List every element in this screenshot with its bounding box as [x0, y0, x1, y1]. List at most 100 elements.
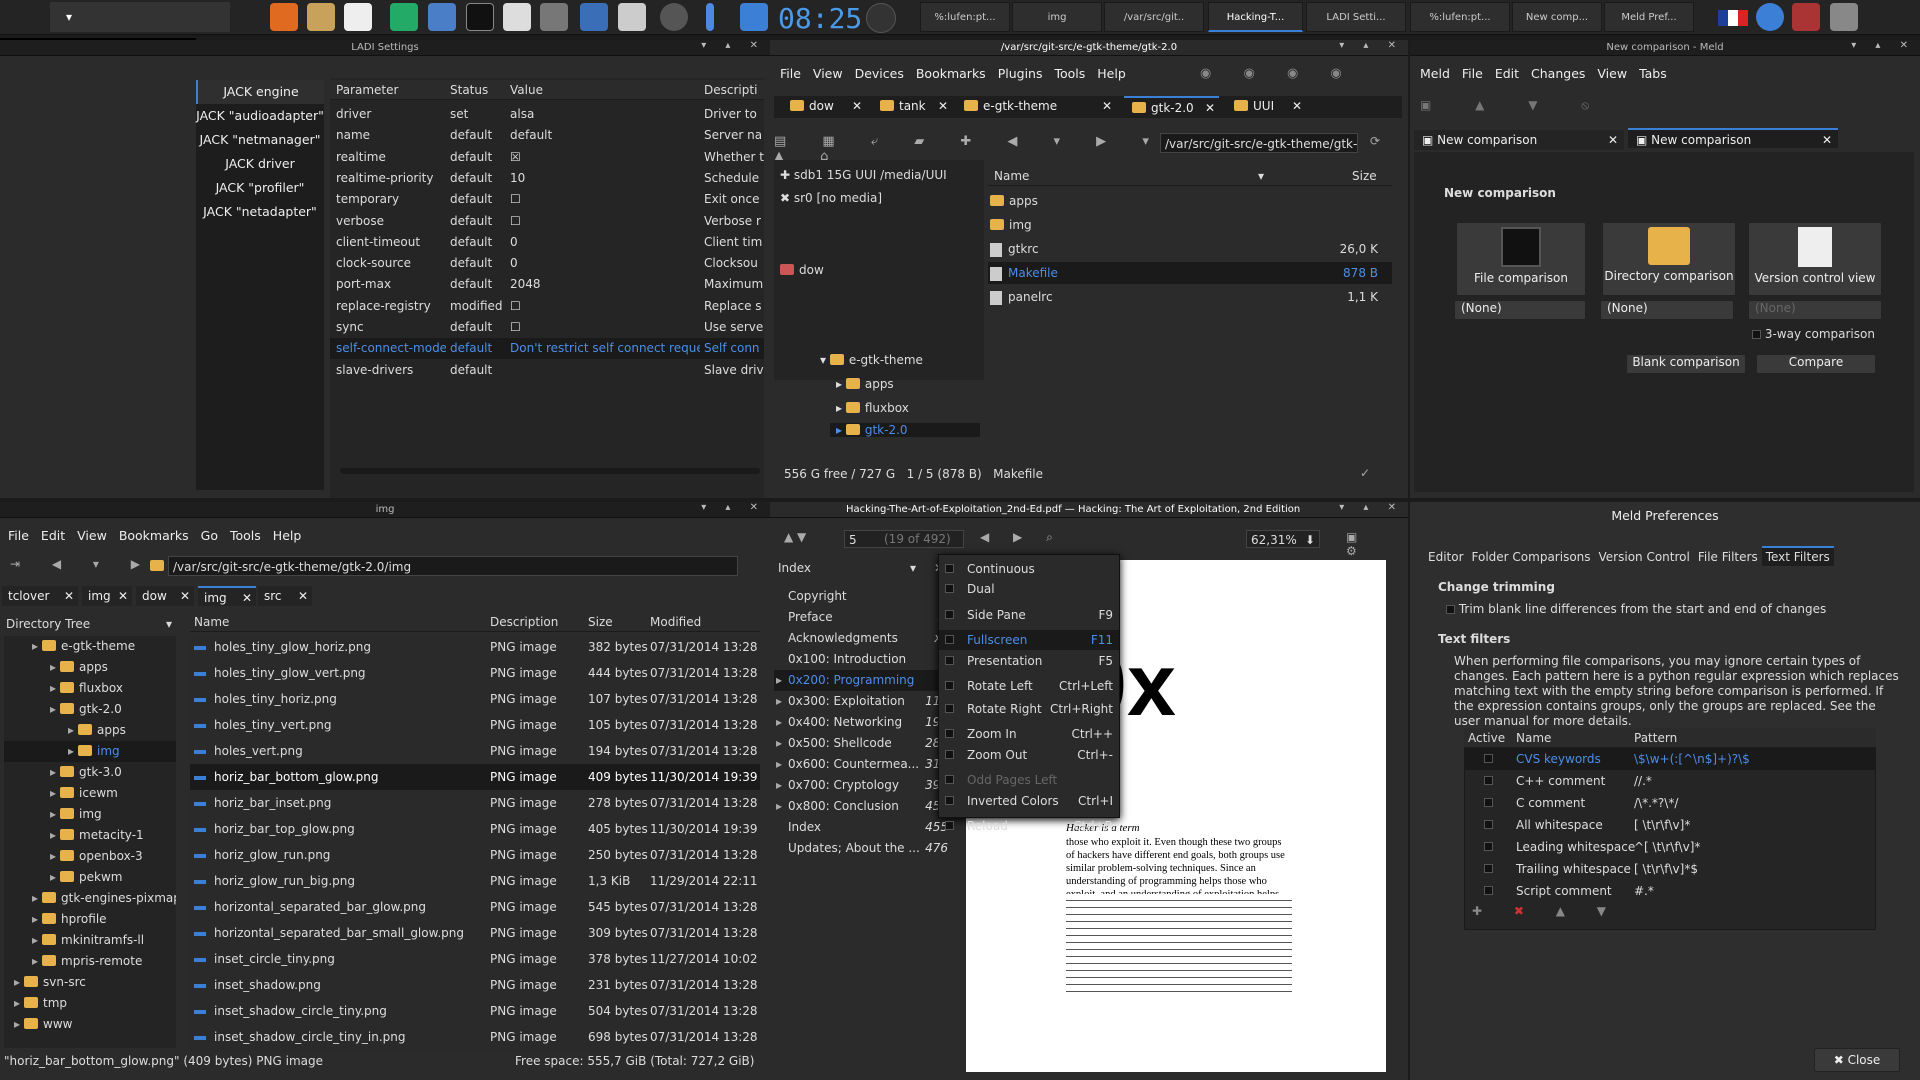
close-button[interactable]: ✖ Close — [1814, 1048, 1900, 1072]
tree-node[interactable]: ▸ apps — [4, 720, 176, 741]
compare-button[interactable]: Compare — [1756, 354, 1876, 374]
img-row[interactable]: horizontal_separated_bar_small_glow.png P… — [190, 920, 760, 946]
files-tab[interactable]: tank ✕ — [872, 96, 952, 116]
ladi-row[interactable]: realtime-priority default 10 Schedule — [330, 168, 764, 189]
tree-node[interactable]: ▸ fluxbox — [4, 678, 176, 699]
settings-icon[interactable] — [540, 3, 568, 31]
img-row[interactable]: holes_vert.png PNG image 194 bytes 07/31/20… — [190, 738, 760, 764]
menu-item[interactable]: Edit — [1495, 64, 1519, 84]
firefox-icon[interactable] — [270, 3, 298, 31]
bookmark-dow[interactable]: dow — [780, 263, 824, 277]
color-picker-icon[interactable] — [1792, 3, 1820, 31]
ladi-row[interactable]: driver set alsa Driver to — [330, 104, 764, 125]
expander-icon[interactable]: ▸ — [776, 691, 788, 712]
index-item[interactable]: ▸ 0x300: Exploitation 115 — [774, 691, 954, 712]
index-item[interactable]: Copyrightiv — [774, 586, 954, 607]
expander-icon[interactable]: ▸ — [50, 807, 56, 821]
ladi-row[interactable]: replace-registry modified ☐ Replace s — [330, 296, 764, 317]
prefs-tab[interactable]: Version Control — [1595, 548, 1694, 566]
column-header[interactable]: Modified — [650, 612, 701, 632]
column-header[interactable]: Status — [450, 80, 488, 100]
tree-node[interactable]: ▸ gtk-2.0 — [4, 699, 176, 720]
tree-e-gtk-theme[interactable]: ▾ e-gtk-theme — [820, 353, 923, 367]
img-file-list[interactable]: holes_tiny_glow_horiz.png PNG image 382 by… — [190, 634, 760, 1052]
view-menu-item[interactable]: Rotate Right Ctrl+Right — [939, 699, 1119, 719]
trim-checkbox[interactable]: Trim blank line differences from the sta… — [1446, 602, 1826, 616]
ladi-row[interactable]: slave-drivers default Slave driv — [330, 360, 764, 381]
img-row[interactable]: holes_tiny_glow_horiz.png PNG image 382 by… — [190, 634, 760, 660]
prefs-window[interactable]: Meld Preferences Editor Folder Comparison… — [1410, 502, 1920, 1080]
file-row[interactable]: img — [988, 214, 1392, 236]
img-row[interactable]: holes_tiny_glow_vert.png PNG image 444 byt… — [190, 660, 760, 686]
directory-tree[interactable]: ▸ e-gtk-theme ▸ apps ▸ fluxbox ▸ gtk-2.0 ▸ apps ▸ i… — [4, 636, 176, 1048]
ladi-sidebar-item[interactable]: JACK "netadapter" — [196, 200, 324, 224]
close-icon[interactable]: ✕ — [852, 96, 862, 116]
pdf-window[interactable]: Hacking-The-Art-of-Exploitation_2nd-Ed.p… — [770, 502, 1408, 1080]
menu-item[interactable]: Devices — [855, 64, 904, 84]
task-files[interactable]: /var/src/git.. — [1104, 2, 1204, 32]
img-row[interactable]: inset_shadow_circle_tiny_in.png PNG image… — [190, 1024, 760, 1050]
calendar-icon[interactable] — [740, 3, 768, 31]
menu-item[interactable]: View — [813, 64, 843, 84]
expander-icon[interactable]: ▸ — [50, 765, 56, 779]
view-menu-item[interactable]: Reload Ctrl+R — [939, 816, 1119, 836]
pager[interactable] — [50, 2, 230, 32]
expander-icon[interactable]: ▸ — [68, 744, 74, 758]
index-item[interactable]: 0x100: Introduction1 — [774, 649, 954, 670]
tree-gtk-2.0[interactable]: ▸ gtk-2.0 — [830, 423, 980, 437]
expander-icon[interactable]: ▸ — [68, 723, 74, 737]
tab-new-comparison-2[interactable]: ▣ New comparison ✕ — [1628, 128, 1838, 148]
img-row[interactable]: horiz_glow_run_big.png PNG image 1,3 KiB 11… — [190, 868, 760, 894]
column-header[interactable]: Pattern — [1634, 728, 1677, 748]
refresh-icon[interactable]: ⟳ — [1370, 134, 1380, 148]
ladi-row[interactable]: temporary default ☐ Exit once — [330, 189, 764, 210]
view-menu-item[interactable]: Odd Pages Left — [939, 770, 1119, 790]
window-controls[interactable]: ▾ ▴ ✕ — [701, 502, 766, 513]
task-meld[interactable]: New comp... — [1512, 2, 1602, 32]
ladi-row[interactable]: client-timeout default 0 Client tim — [330, 232, 764, 253]
tree-node[interactable]: ▸ apps — [4, 657, 176, 678]
expander-icon[interactable]: ▸ — [32, 933, 38, 947]
close-icon[interactable]: ✕ — [180, 586, 190, 606]
index-item[interactable]: ▸ 0x600: Countermea... 319 — [774, 754, 954, 775]
ladi-row[interactable]: sync default ☐ Use serve — [330, 317, 764, 338]
close-icon[interactable]: ✕ — [1102, 96, 1112, 116]
menu-item[interactable]: Bookmarks — [119, 526, 189, 546]
view-menu-item[interactable]: Zoom In Ctrl++ — [939, 724, 1119, 744]
active-checkbox[interactable] — [1484, 820, 1493, 829]
ladi-row[interactable]: realtime default ☒ Whether t — [330, 147, 764, 168]
tree-node[interactable]: ▸ img — [4, 804, 176, 825]
menu-item[interactable]: File — [1462, 64, 1483, 84]
files-window[interactable]: /var/src/git-src/e-gtk-theme/gtk-2.0 ▾ ▴… — [770, 40, 1408, 498]
device-sdb1[interactable]: ✚ sdb1 15G UUI /media/UUI — [780, 168, 980, 182]
ladi-row[interactable]: name default default Server na — [330, 125, 764, 146]
expander-icon[interactable]: ▸ — [32, 891, 38, 905]
prefs-tab[interactable]: Editor — [1424, 548, 1468, 566]
filter-row[interactable]: Script comment #.* — [1464, 880, 1876, 902]
expander-icon[interactable]: ▸ — [14, 975, 20, 989]
column-header[interactable]: Descripti — [704, 80, 757, 100]
tree-node[interactable]: ▸ gtk-engines-pixmap — [4, 888, 176, 909]
tree-node[interactable]: ▸ tmp — [4, 993, 176, 1014]
version-control-button[interactable]: Version control view — [1748, 222, 1882, 296]
menu-item[interactable]: File — [780, 64, 801, 84]
img-row[interactable]: holes_tiny_horiz.png PNG image 107 bytes 07… — [190, 686, 760, 712]
expander-icon[interactable]: ▸ — [32, 639, 38, 653]
tree-node[interactable]: ▸ openbox-3 — [4, 846, 176, 867]
page-up-icon[interactable]: ▲ ▼ — [784, 530, 806, 544]
device-sr0[interactable]: ✖ sr0 [no media] — [780, 191, 980, 205]
file-row[interactable]: Makefile 878 B — [988, 262, 1392, 284]
active-checkbox[interactable] — [1484, 864, 1493, 873]
ladi-row[interactable]: clock-source default 0 Clocksou — [330, 253, 764, 274]
index-item[interactable]: Index 455 — [774, 817, 954, 838]
expander-icon[interactable]: ▸ — [50, 660, 56, 674]
audio-icon[interactable] — [390, 3, 418, 31]
menu-item[interactable]: Changes — [1531, 64, 1585, 84]
tree-node[interactable]: ▸ www — [4, 1014, 176, 1035]
index-item[interactable]: ▸ 0x500: Shellcode 281 — [774, 733, 954, 754]
files-toolbar-icons[interactable]: ◉ ◉ ◉ ◉ — [1200, 66, 1356, 81]
img-row[interactable]: inset_shadow.png PNG image 231 bytes 07/31/… — [190, 972, 760, 998]
img-row[interactable]: horiz_bar_bottom_glow.png PNG image 409 by… — [190, 764, 760, 790]
prefs-tabs[interactable]: Editor Folder Comparisons Version Control F… — [1424, 546, 1904, 566]
document-icon[interactable] — [344, 3, 372, 31]
